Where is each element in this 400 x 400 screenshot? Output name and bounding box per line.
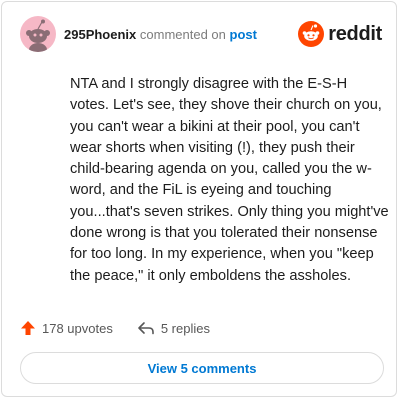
upvote-button[interactable]: 178 upvotes (20, 320, 113, 336)
reddit-logo-icon (298, 21, 325, 47)
username-link[interactable]: 295Phoenix (64, 27, 136, 42)
reply-arrow-icon (138, 322, 154, 335)
avatar[interactable] (20, 16, 56, 52)
comment-meta: 295Phoenix commented on post (64, 27, 257, 43)
reply-button[interactable]: 5 replies (137, 320, 210, 336)
comment-actions: 178 upvotes 5 replies (20, 317, 234, 339)
upvote-arrow-icon (21, 321, 35, 335)
commented-on-text: commented on (139, 27, 226, 42)
reddit-wordmark: reddit (328, 22, 382, 45)
comment-body: NTA and I strongly disagree with the E-S… (70, 76, 389, 284)
comment-header: 295Phoenix commented on post reddit (20, 16, 382, 56)
view-comments-button[interactable]: View 5 comments (20, 352, 384, 384)
snoo-avatar-icon (26, 19, 50, 52)
comment-card: 295Phoenix commented on post reddit NTA … (1, 1, 397, 397)
upvote-count: 178 upvotes (42, 320, 113, 336)
post-link[interactable]: post (230, 27, 257, 42)
reddit-brand[interactable]: reddit (298, 20, 382, 48)
reply-count: 5 replies (160, 320, 210, 336)
